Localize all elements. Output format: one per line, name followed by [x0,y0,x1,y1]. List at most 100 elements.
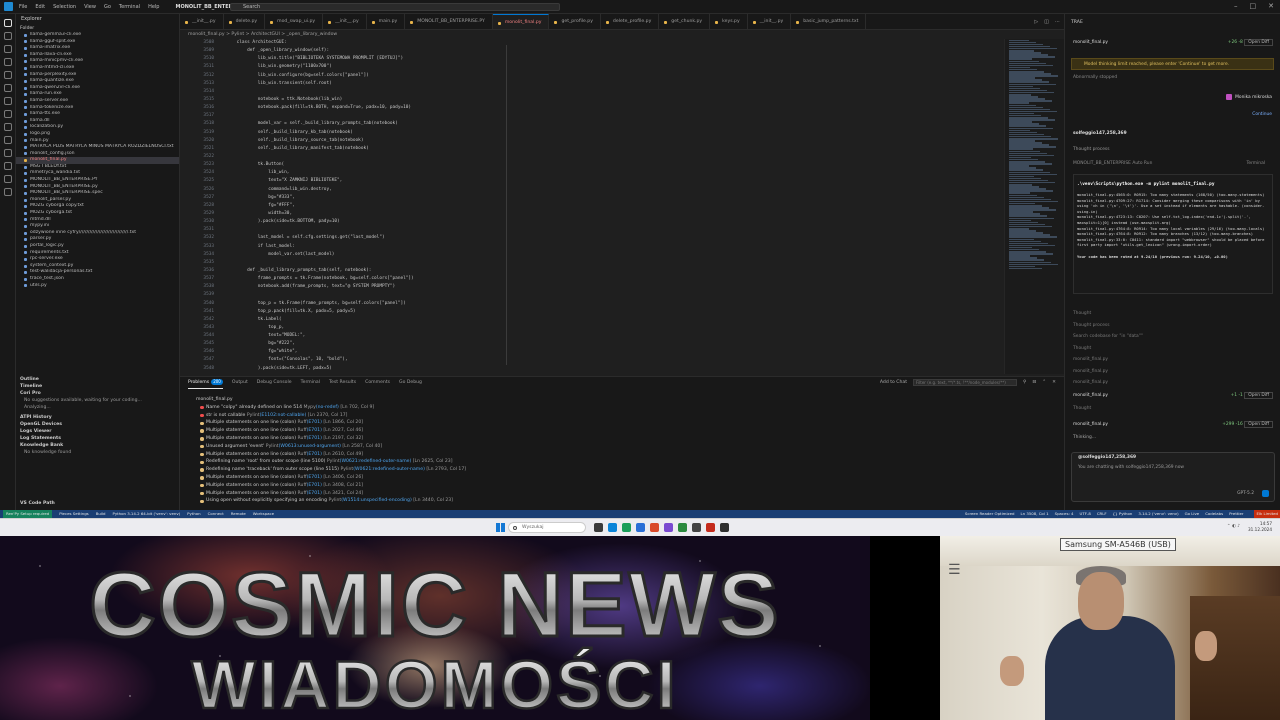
remote-icon[interactable] [4,97,12,105]
code-line[interactable]: notebook.pack(fill=tk.BOTH, expand=True,… [226,104,966,112]
close-icon[interactable]: ✕ [1268,2,1274,10]
file-tree-item[interactable]: monolit_config.json [16,151,179,158]
code-line[interactable]: top_p = tk.Frame(frame_prompts, bg=self.… [226,300,966,308]
file-tree-item[interactable]: trace_test.json [16,276,179,283]
app-icon[interactable] [720,523,729,532]
problem-row[interactable]: Multiple statements on one line (colon) … [186,451,1046,459]
problem-code-link[interactable]: (E701) [307,420,322,425]
panel-tab-output[interactable]: Output [232,377,248,389]
file-tree-item[interactable]: llama-perplexity.exe [16,72,179,79]
code-line[interactable]: command=lib_win.destroy, [226,186,966,194]
problem-code-link[interactable]: (E701) [307,491,322,496]
sidebar-section[interactable]: Knowledge Bank [16,442,180,449]
menu-item-terminal[interactable]: Terminal [119,4,140,10]
code-line[interactable]: last_model = self.cfg.settings.get("last… [226,234,966,242]
file-tree-item[interactable]: llama-tts.exe [16,111,179,118]
explorer-icon[interactable] [4,19,12,27]
problem-row[interactable]: Name "colpy" already defined on line 514… [186,404,1046,412]
file-explorer-icon[interactable] [594,523,603,532]
file-chip-name[interactable]: monolit_final.py [1073,391,1108,401]
file-tree-item[interactable]: llama-server.exe [16,98,179,105]
file-tree-item[interactable]: MONOLIT_BB_ENTERPRISE.spec [16,190,179,197]
problem-row[interactable]: Multiple statements on one line (colon) … [186,482,1046,490]
limited-badge[interactable]: Elk Limited [1254,510,1280,518]
windows-start-icon[interactable] [496,523,505,532]
filter-icon[interactable]: ⚲ [1023,380,1026,385]
problem-row[interactable]: Redefining name 'root' from outer scope … [186,458,1046,466]
copilot-section[interactable]: Cori Pro [16,390,180,397]
database-icon[interactable] [4,162,12,170]
file-tree-item[interactable]: llama-imatrix.exe [16,45,179,52]
panel-tab-test-results[interactable]: Test Results [329,377,356,389]
file-tree-item[interactable]: test-walidacja-personas.txt [16,269,179,276]
file-chip-name[interactable]: monolit_final.py [1073,38,1108,48]
vscode-taskbar-icon[interactable] [636,523,645,532]
code-line[interactable]: lib_win, [226,169,966,177]
status-item[interactable]: Build [96,510,106,518]
file-tree-item[interactable]: MATRYCA PLUS MATRYCA MINUS MATRYCA ROZDZ… [16,144,179,151]
problems-file-header[interactable]: monolit_final.py [186,396,1046,404]
editor-tab[interactable]: __init__.py [323,14,367,29]
more-actions-icon[interactable]: ⋯ [1055,19,1060,25]
editor-tab[interactable]: delete_profile.py [601,14,660,29]
media-icon[interactable] [706,523,715,532]
code-line[interactable]: self._build_library_manifest_tab(noteboo… [226,145,966,153]
editor-tab[interactable]: mod_swap_ui.py [265,14,324,29]
menu-icon[interactable]: ☰ [948,562,961,578]
brave-icon[interactable] [650,523,659,532]
problem-row[interactable]: Multiple statements on one line (colon) … [186,427,1046,435]
send-icon[interactable] [1262,490,1269,497]
problem-code-link[interactable]: (W1514:unspecified-encoding) [341,498,412,503]
file-tree-item[interactable]: llama-minicpmv-cli.exe [16,58,179,65]
editor-tab[interactable]: MONOLIT_BB_ENTERPRISE.PY [405,14,493,29]
problem-row[interactable]: Unused argument 'event' Pylint(W0613:unu… [186,443,1046,451]
code-line[interactable]: font=("Consolas", 10, "bold"), [226,356,966,364]
file-tree-item[interactable]: utils.py [16,283,179,290]
code-line[interactable]: self._build_library_source_tab(notebook) [226,137,966,145]
folder-row[interactable]: Folder [16,25,179,32]
problem-code-link[interactable]: (E701) [307,428,322,433]
menu-item-help[interactable]: Help [148,4,159,10]
code-line[interactable]: top_p, [226,324,966,332]
panel-tab-go-debug[interactable]: Go Debug [399,377,422,389]
file-tree-item[interactable]: parser.py [16,236,179,243]
code-line[interactable]: fg="white", [226,348,966,356]
file-tree-item[interactable]: MSG I BLEDY.txt [16,164,179,171]
file-tree-item[interactable]: llama-run.exe [16,91,179,98]
activity-item[interactable]: Thought [1073,343,1273,355]
status-item[interactable]: Go Live [1185,510,1200,518]
file-tree-item[interactable]: rpc-server.exe [16,256,179,263]
problem-row[interactable]: Multiple statements on one line (colon) … [186,474,1046,482]
extensions-icon[interactable] [4,71,12,79]
problem-row[interactable]: str is not callable Pylint(E1102:not-cal… [186,412,1046,420]
source-control-icon[interactable] [4,45,12,53]
file-tree-item[interactable]: MÓZG cyborga copy.txt [16,203,179,210]
menu-item-view[interactable]: View [84,4,96,10]
code-line[interactable]: tk.Button( [226,161,966,169]
run-debug-icon[interactable] [4,58,12,66]
code-line[interactable]: notebook.add(frame_prompts, text="@ SYST… [226,283,966,291]
file-tree-item[interactable]: MÓZG cyborga.txt [16,210,179,217]
editor-tab[interactable]: main.py [367,14,406,29]
problem-row[interactable]: Redefining name 'traceback' from outer s… [186,466,1046,474]
code-line[interactable]: def _open_library_window(self): [226,47,966,55]
code-line[interactable] [226,291,966,299]
file-tree-item[interactable]: localization.py [16,124,179,131]
code-line[interactable] [226,88,966,96]
problem-row[interactable]: Using open without explicitly specifying… [186,497,1046,505]
problem-row[interactable]: Multiple statements on one line (colon) … [186,435,1046,443]
file-tree-item[interactable]: portal_logic.py [16,243,179,250]
open-diff-button[interactable]: Open Diff [1244,421,1273,428]
menu-item-edit[interactable]: Edit [35,4,45,10]
terminal-button[interactable]: Terminal [1246,160,1265,168]
panel-tab-terminal[interactable]: Terminal [301,377,320,389]
clock[interactable]: 14:57 31.12.2024 [1248,521,1272,533]
editor-tab[interactable]: basic_jump_patterns.txt [791,14,867,29]
editor-tab[interactable]: monolit_final.py [492,14,550,29]
status-item[interactable]: Python [187,510,201,518]
file-tree-item[interactable]: llama-tokenize.exe [16,105,179,112]
maximize-icon[interactable]: □ [1250,2,1257,10]
file-chip-name[interactable]: monolit_final.py [1073,420,1108,430]
maximize-panel-icon[interactable]: ⌃ [1042,380,1046,385]
sidebar-section[interactable]: ATPI History [16,414,180,421]
